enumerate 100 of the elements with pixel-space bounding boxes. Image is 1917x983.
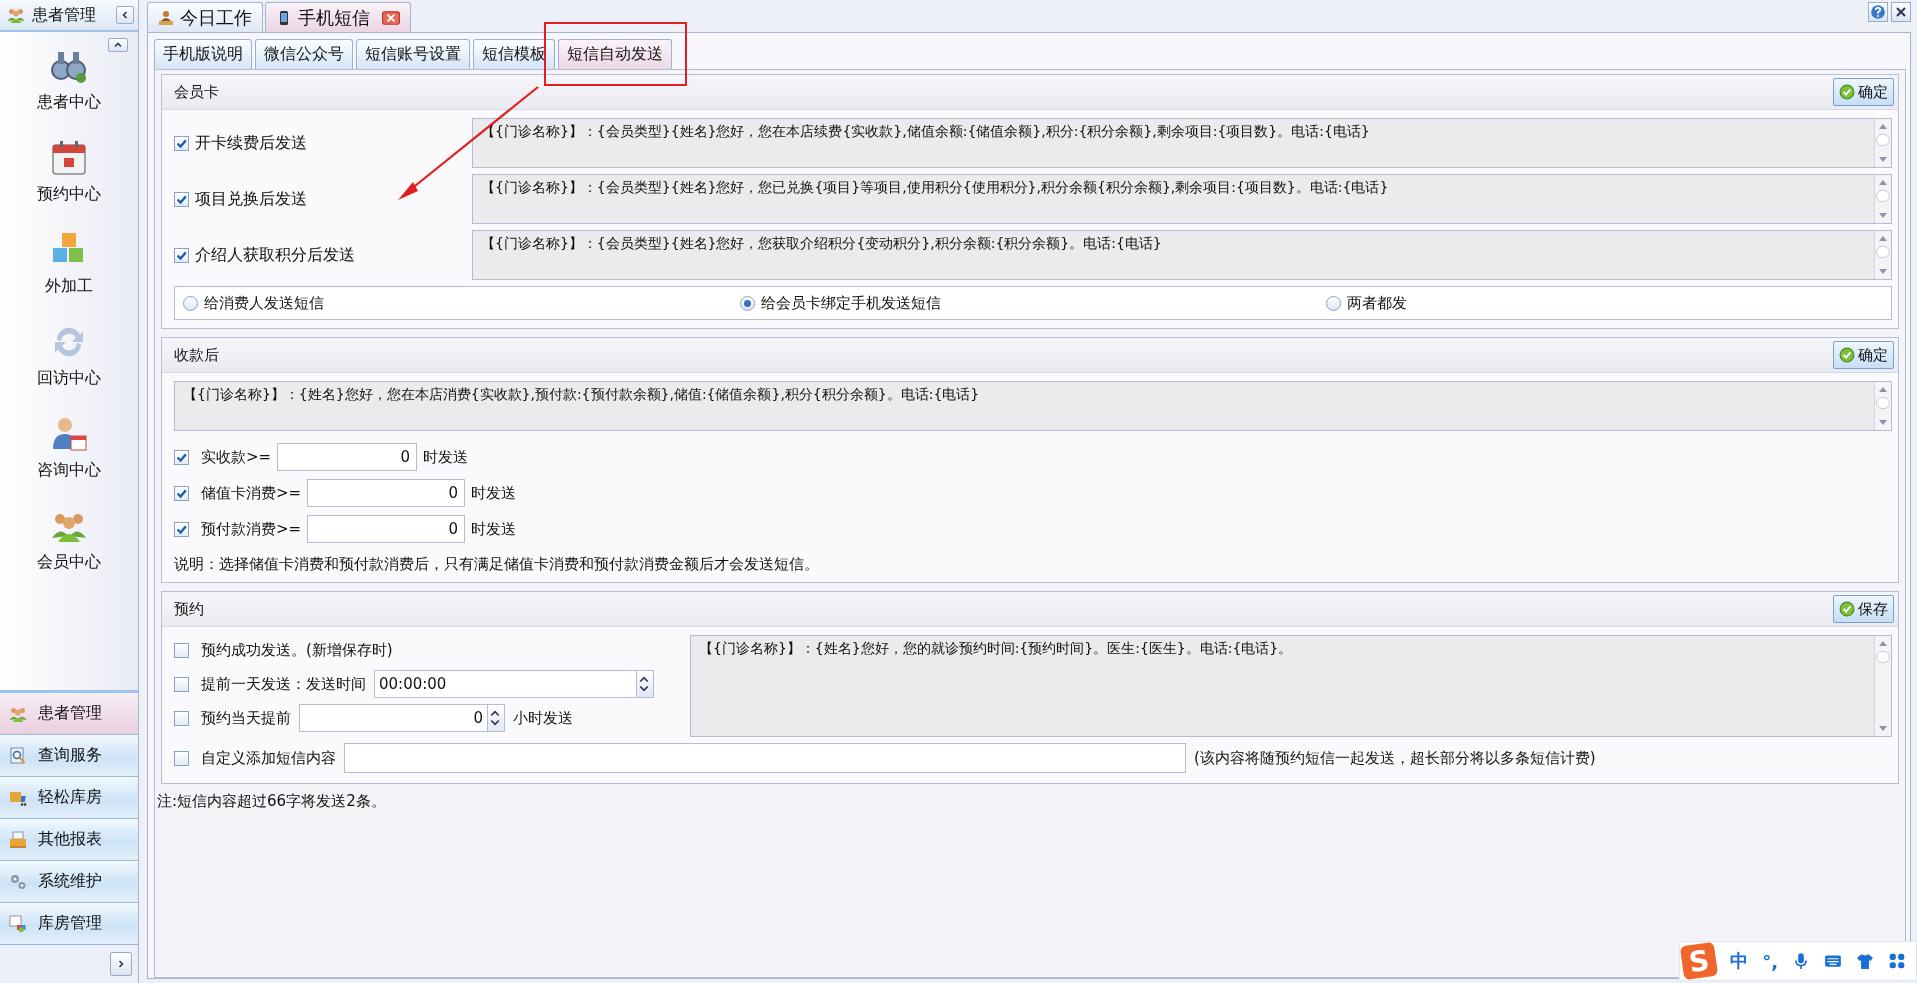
radio-label: 给消费人发送短信 xyxy=(204,293,324,313)
nav-item[interactable]: 预约中心 xyxy=(33,132,105,222)
module-button[interactable]: 查询服务 xyxy=(0,735,138,777)
checkbox[interactable] xyxy=(174,135,189,151)
radio-button[interactable] xyxy=(740,295,756,311)
scrollbar-drawing xyxy=(1874,175,1891,223)
checkbox[interactable] xyxy=(174,676,189,692)
field-suffix: 小时发送 xyxy=(513,708,573,728)
message-template-field[interactable]: 【{门诊名称}】：{会员类型}{姓名}您好，您在本店续费{实收款},储值余额:{储值余额},积分:{积分余额},剩余项目:{项目数}。电话:{电话} xyxy=(472,118,1892,168)
help-icon xyxy=(1870,4,1886,20)
radio-label: 两者都发 xyxy=(1346,293,1407,313)
field-suffix: 时发送 xyxy=(471,519,517,539)
spinner-icon[interactable] xyxy=(636,671,653,697)
field-suffix: 时发送 xyxy=(471,483,517,503)
module-button[interactable]: 其他报表 xyxy=(0,819,138,861)
confirm-button[interactable]: 确定 xyxy=(1833,341,1894,369)
windows-icon xyxy=(8,913,28,934)
magnifier-icon xyxy=(8,745,28,766)
field-label: 预付款消费>= xyxy=(201,519,302,539)
nav-item[interactable]: 会员中心 xyxy=(33,500,105,590)
tab[interactable]: 微信公众号 xyxy=(255,39,353,69)
checkbox[interactable] xyxy=(174,710,189,726)
tab[interactable]: 短信账号设置 xyxy=(356,39,470,69)
message-template-field[interactable]: 【{门诊名称}】：{姓名}您好，您在本店消费{实收款},预付款:{预付款余额},储值:{储值余额},积分{积分余额}。电话:{电话} xyxy=(174,381,1892,431)
nav-item[interactable]: 外加工 xyxy=(41,224,97,314)
help-button[interactable] xyxy=(1868,2,1888,22)
message-template-field[interactable]: 【{门诊名称}】：{会员类型}{姓名}您好，您获取介绍积分{变动积分},积分余额:{积分余额}。电话:{电话} xyxy=(472,230,1892,280)
scrollbar-drawing xyxy=(1874,231,1891,279)
module-button[interactable]: 库房管理 xyxy=(0,903,138,945)
hours-field[interactable]: 0 xyxy=(299,704,505,732)
module-button[interactable]: 患者管理 xyxy=(0,693,138,735)
checkbox-label: 开卡续费后发送 xyxy=(195,132,307,154)
checkbox[interactable] xyxy=(174,750,189,766)
tab[interactable]: 短信自动发送 xyxy=(558,39,672,69)
tab[interactable]: 短信模板 xyxy=(473,39,555,69)
checkbox-label: 自定义添加短信内容 xyxy=(201,748,336,768)
check-circle-icon xyxy=(1839,84,1855,100)
confirm-button[interactable]: 确定 xyxy=(1833,78,1894,106)
custom-text-field[interactable] xyxy=(344,743,1186,773)
amount-field[interactable]: 0 xyxy=(277,443,418,471)
checkbox[interactable] xyxy=(174,449,189,465)
person-at-desk-icon xyxy=(158,9,174,26)
collapse-button[interactable] xyxy=(116,6,134,24)
close-button[interactable] xyxy=(1891,2,1911,22)
checkbox-label: 预约当天提前 xyxy=(201,708,291,728)
checkbox[interactable] xyxy=(174,485,189,501)
check-circle-icon xyxy=(1839,601,1855,617)
printer-icon xyxy=(8,829,28,850)
checkbox[interactable] xyxy=(174,642,189,658)
explanation-text: 说明：选择储值卡消费和预付款消费后，只有满足储值卡消费和预付款消费金额后才会发送短信。 xyxy=(174,554,820,574)
checkbox[interactable] xyxy=(174,191,189,207)
sidebar-title: 患者管理 xyxy=(32,4,97,26)
field-label: 实收款>= xyxy=(201,447,272,467)
spinner-icon[interactable] xyxy=(487,705,504,731)
section-title: 会员卡 xyxy=(174,82,219,102)
message-template-field[interactable]: 【{门诊名称}】：{会员类型}{姓名}您好，您已兑换{项目}等项目,使用积分{使用积分},积分余额{积分余额},剩余项目:{项目数}。电话:{电话} xyxy=(472,174,1892,224)
radio-button[interactable] xyxy=(1325,295,1341,311)
checkbox[interactable] xyxy=(174,247,189,263)
input-mode-toggle[interactable]: 中 xyxy=(1730,949,1749,973)
radio-label: 给会员卡绑定手机发送短信 xyxy=(761,293,942,313)
grid-icon[interactable] xyxy=(1888,952,1906,970)
checkbox-label: 预约成功发送。(新增保存时) xyxy=(201,640,393,660)
scroll-up-button[interactable] xyxy=(108,38,128,52)
tab[interactable]: 手机版说明 xyxy=(154,39,252,69)
field-label: 储值卡消费>= xyxy=(201,483,302,503)
message-template-field[interactable]: 【{门诊名称}】：{姓名}您好，您的就诊预约时间:{预约时间}。医生:{医生}。电话:{电话}。 xyxy=(690,635,1892,737)
close-icon[interactable] xyxy=(382,10,400,25)
nav-item[interactable]: 回访中心 xyxy=(33,316,105,406)
amount-field[interactable]: 0 xyxy=(307,479,466,507)
checkbox-label: 介绍人获取积分后发送 xyxy=(195,244,355,266)
save-button[interactable]: 保存 xyxy=(1833,595,1894,623)
time-field[interactable]: 00:00:00 xyxy=(374,670,654,698)
document-tab[interactable]: 今日工作 xyxy=(147,2,263,32)
expand-button[interactable] xyxy=(110,952,132,976)
check-circle-icon xyxy=(1839,347,1855,363)
module-button[interactable]: 系统维护 xyxy=(0,861,138,903)
radio-button[interactable] xyxy=(183,295,198,311)
calendar-icon xyxy=(49,138,89,178)
microphone-icon[interactable] xyxy=(1792,952,1810,970)
keyboard-icon[interactable] xyxy=(1824,952,1842,970)
field-hint: (该内容将随预约短信一起发送，超长部分将以多条短信计费) xyxy=(1194,748,1596,768)
section-title: 收款后 xyxy=(174,345,219,365)
chevron-right-icon xyxy=(116,959,126,969)
scrollbar-drawing xyxy=(1874,382,1891,430)
chevron-up-icon xyxy=(113,40,123,50)
checkbox-label: 项目兑换后发送 xyxy=(195,188,307,210)
checkbox-label: 提前一天发送：发送时间 xyxy=(201,674,366,694)
section-title: 预约 xyxy=(174,599,204,619)
nav-item[interactable]: 患者中心 xyxy=(33,40,105,130)
document-tab[interactable]: 手机短信 xyxy=(265,2,411,32)
shirt-icon[interactable] xyxy=(1856,952,1874,970)
checkbox[interactable] xyxy=(174,521,189,537)
module-button[interactable]: 轻松库房 xyxy=(0,777,138,819)
amount-field[interactable]: 0 xyxy=(307,515,466,543)
scrollbar-drawing xyxy=(1874,119,1891,167)
nav-item[interactable]: 咨询中心 xyxy=(33,408,105,498)
field-suffix: 时发送 xyxy=(423,447,469,467)
chevron-left-icon xyxy=(120,10,130,20)
input-mode-toggle[interactable]: °, xyxy=(1762,950,1778,972)
footer-note: 注:短信内容超过66字将发送2条。 xyxy=(157,792,387,811)
